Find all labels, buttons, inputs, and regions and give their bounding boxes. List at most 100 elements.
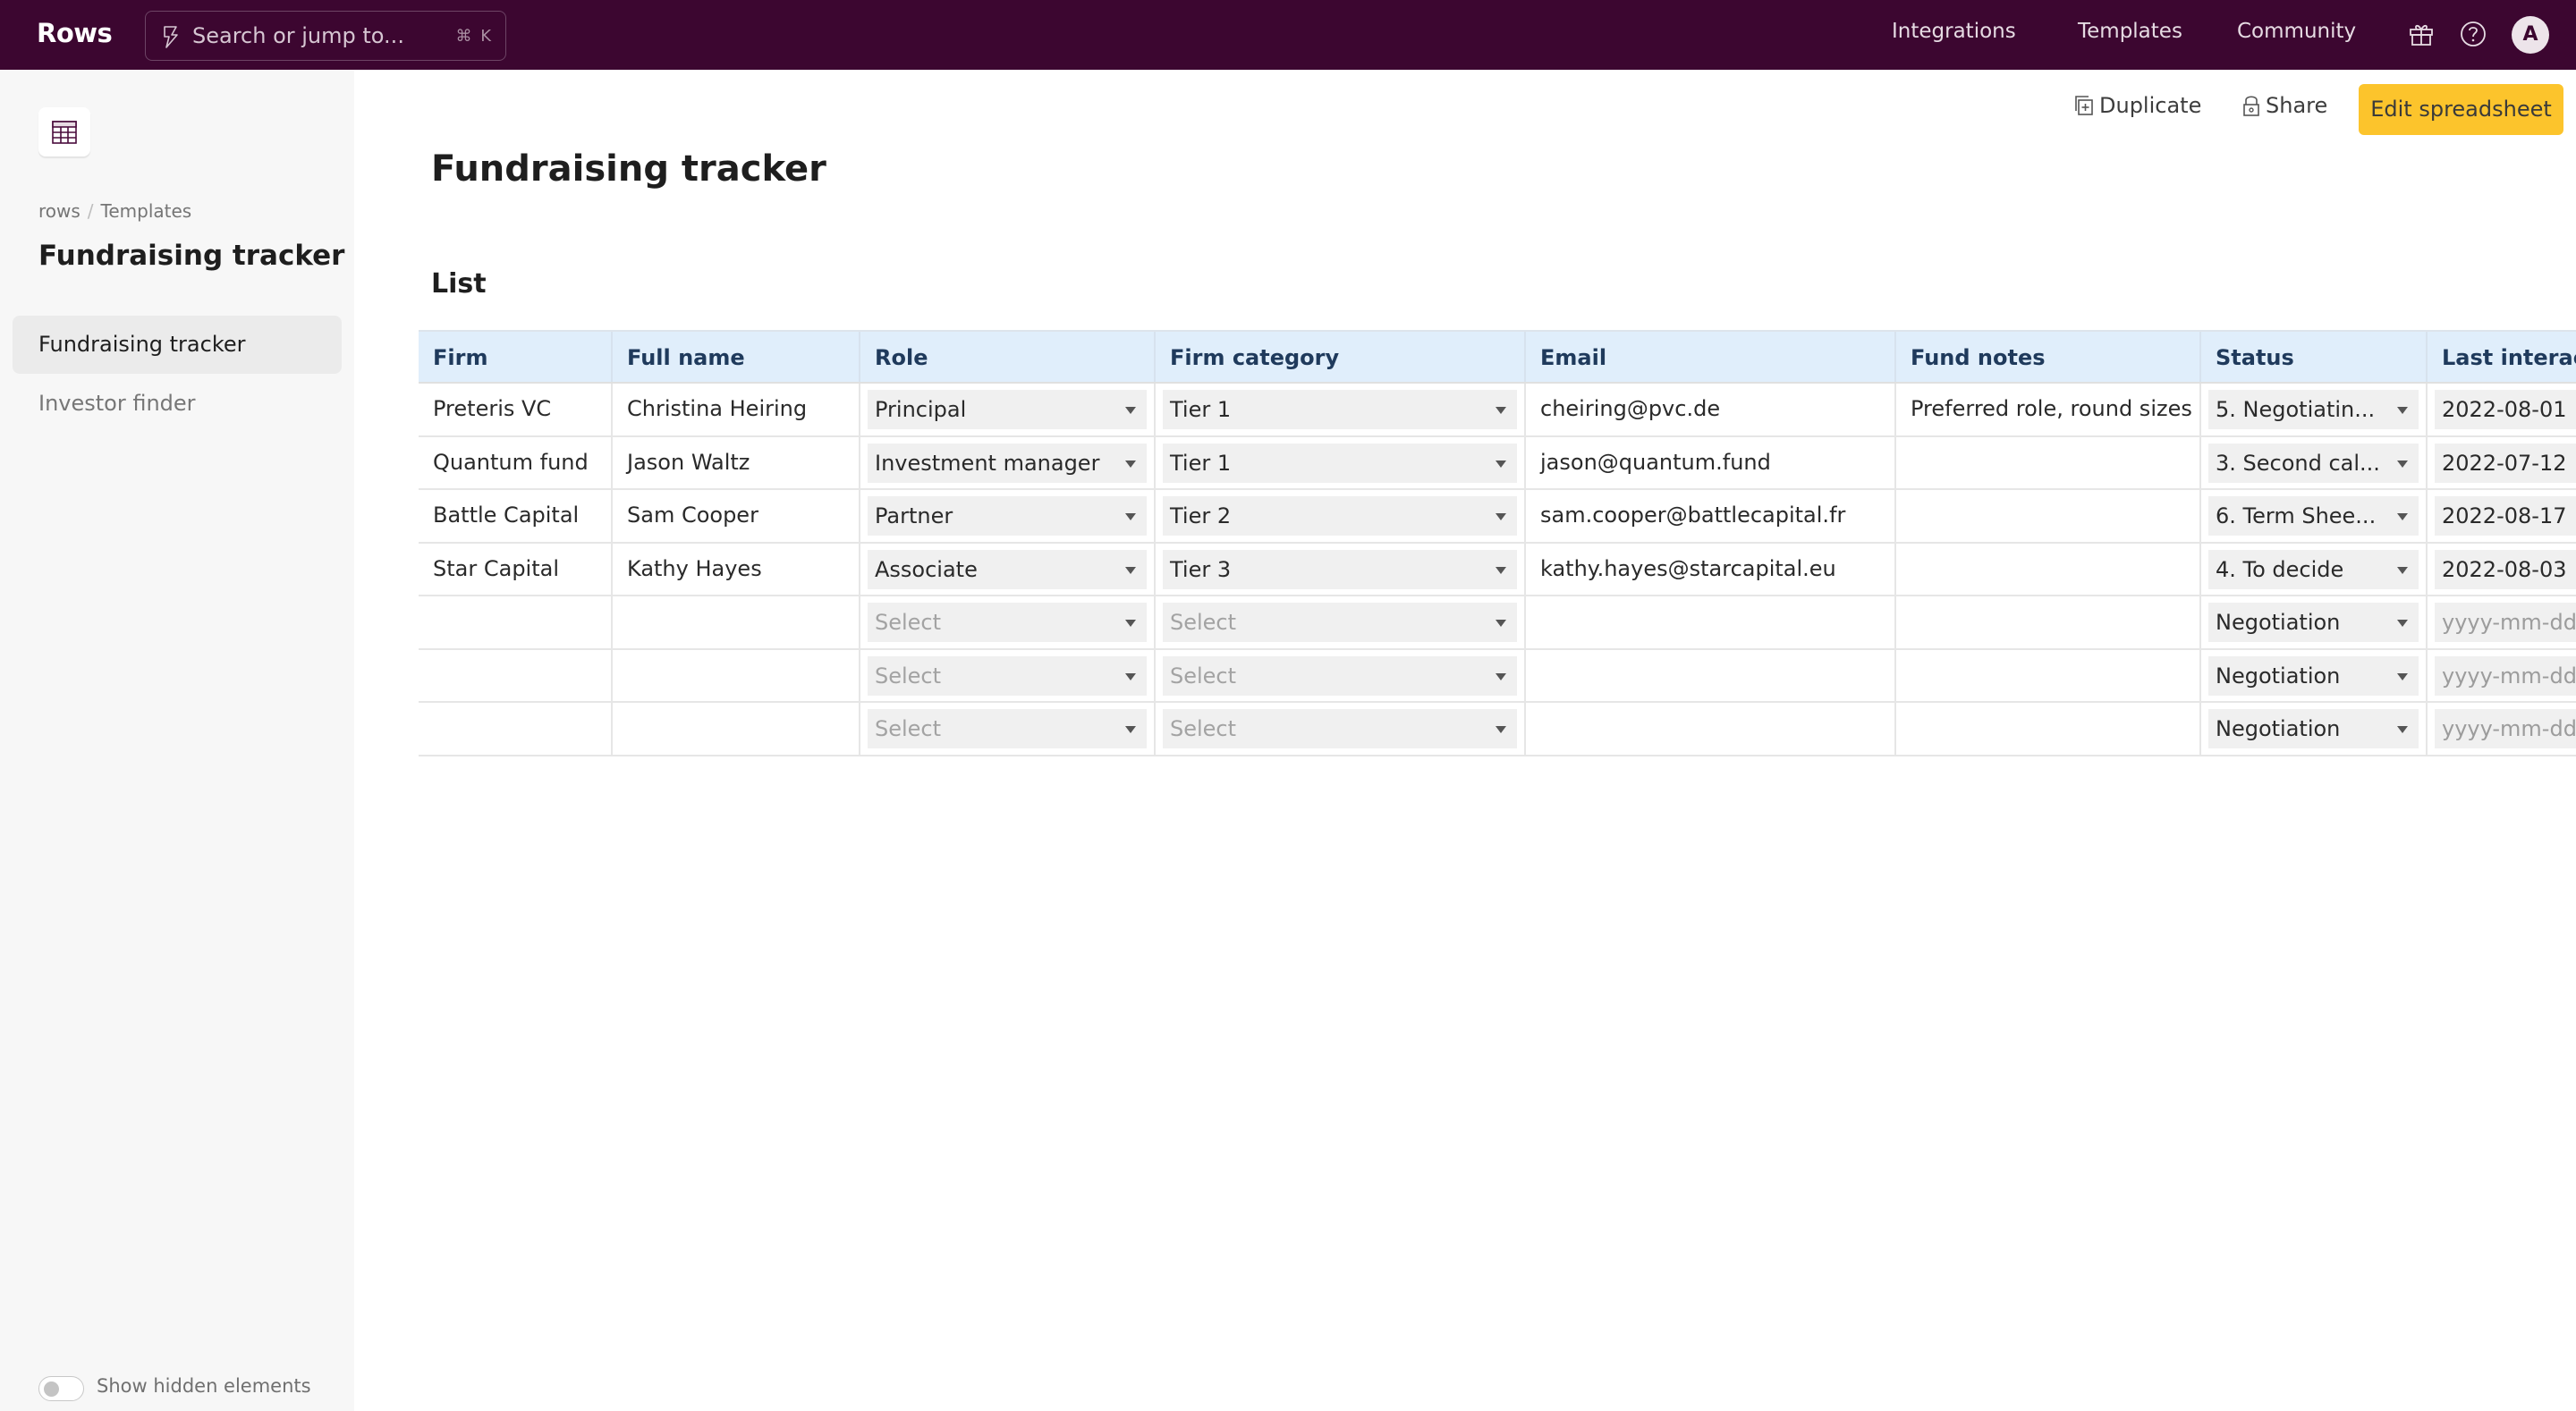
- role-select[interactable]: Associate: [868, 549, 1147, 589]
- firm-category-select[interactable]: Select: [1163, 655, 1517, 696]
- last-interaction-date-input[interactable]: yyyy-mm-dd: [2435, 655, 2576, 696]
- email-cell[interactable]: jason@quantum.fund: [1526, 436, 1896, 488]
- table-icon: [52, 121, 77, 144]
- dropdown-caret-icon: [2397, 672, 2408, 680]
- fund-notes-cell[interactable]: [1896, 543, 2201, 595]
- role-cell: Investment manager: [860, 436, 1156, 488]
- role-select[interactable]: Select: [868, 709, 1147, 748]
- status-select[interactable]: 5. Negotiatin...: [2208, 390, 2419, 429]
- column-header-firm-category[interactable]: Firm category: [1156, 332, 1526, 382]
- firm-cell[interactable]: Preteris VC: [419, 384, 613, 435]
- firm-category-cell: Select: [1156, 596, 1526, 648]
- full-name-cell[interactable]: Sam Cooper: [613, 490, 860, 542]
- full-name-cell[interactable]: [613, 649, 860, 701]
- fund-notes-cell[interactable]: Preferred role, round sizes: [1896, 384, 2201, 435]
- table-row: Quantum fund Jason Waltz Investment manag…: [419, 436, 2576, 490]
- breadcrumb-rows[interactable]: rows: [38, 200, 80, 222]
- firm-category-select[interactable]: Select: [1163, 709, 1517, 748]
- last-interaction-date-input[interactable]: 2022-08-03: [2435, 549, 2576, 589]
- full-name-cell[interactable]: Kathy Hayes: [613, 543, 860, 595]
- sidebar-item-investor-finder[interactable]: Investor finder: [13, 375, 342, 433]
- role-select[interactable]: Investment manager: [868, 443, 1147, 483]
- role-value: Associate: [875, 556, 978, 582]
- status-select[interactable]: Negotiation: [2208, 603, 2419, 642]
- email-cell[interactable]: sam.cooper@battlecapital.fr: [1526, 490, 1896, 542]
- firm-category-select[interactable]: Tier 1: [1163, 390, 1517, 429]
- nav-community[interactable]: Community: [2237, 20, 2356, 43]
- rows-logo[interactable]: Rows: [37, 18, 113, 48]
- last-interaction-cell: yyyy-mm-dd: [2428, 703, 2576, 755]
- column-header-status[interactable]: Status: [2201, 332, 2428, 382]
- full-name-cell[interactable]: Jason Waltz: [613, 436, 860, 488]
- role-select[interactable]: Select: [868, 603, 1147, 642]
- nav-integrations[interactable]: Integrations: [1892, 20, 2016, 43]
- status-select[interactable]: 3. Second cal...: [2208, 443, 2419, 483]
- full-name-cell[interactable]: [613, 703, 860, 755]
- status-value: 6. Term Shee...: [2216, 503, 2377, 528]
- last-interaction-date-input[interactable]: 2022-08-17: [2435, 496, 2576, 536]
- help-icon[interactable]: [2459, 20, 2487, 48]
- column-header-role[interactable]: Role: [860, 332, 1156, 382]
- status-cell: 3. Second cal...: [2201, 436, 2428, 488]
- column-header-email[interactable]: Email: [1526, 332, 1896, 382]
- breadcrumb-templates[interactable]: Templates: [101, 200, 192, 222]
- fund-notes-cell[interactable]: [1896, 649, 2201, 701]
- email-cell[interactable]: kathy.hayes@starcapital.eu: [1526, 543, 1896, 595]
- column-header-full-name[interactable]: Full name: [613, 332, 860, 382]
- user-avatar[interactable]: A: [2512, 16, 2549, 54]
- role-select[interactable]: Partner: [868, 496, 1147, 536]
- last-interaction-date-input[interactable]: yyyy-mm-dd: [2435, 709, 2576, 748]
- firm-category-value: Tier 1: [1170, 397, 1232, 422]
- firm-cell[interactable]: Battle Capital: [419, 490, 613, 542]
- status-cell: Negotiation: [2201, 703, 2428, 755]
- sidebar-item-fundraising-tracker[interactable]: Fundraising tracker: [13, 316, 342, 374]
- firm-cell[interactable]: [419, 596, 613, 648]
- firm-category-select[interactable]: Tier 1: [1163, 443, 1517, 483]
- role-select[interactable]: Principal: [868, 390, 1147, 429]
- email-cell[interactable]: [1526, 649, 1896, 701]
- dropdown-caret-icon: [2397, 566, 2408, 574]
- email-cell[interactable]: [1526, 596, 1896, 648]
- firm-category-select[interactable]: Tier 3: [1163, 549, 1517, 589]
- edit-spreadsheet-button[interactable]: Edit spreadsheet: [2359, 84, 2563, 135]
- column-header-fund-notes[interactable]: Fund notes: [1896, 332, 2201, 382]
- firm-category-value: Select: [1170, 610, 1237, 635]
- firm-cell[interactable]: Quantum fund: [419, 436, 613, 488]
- firm-cell[interactable]: [419, 703, 613, 755]
- last-interaction-date-input[interactable]: yyyy-mm-dd: [2435, 603, 2576, 642]
- sidebar-title: Fundraising tracker: [38, 240, 345, 272]
- search-input[interactable]: Search or jump to... ⌘ K: [145, 11, 506, 61]
- table-row: Select Select Negotiation yyyy-mm-dd: [419, 596, 2576, 650]
- last-interaction-date-input[interactable]: 2022-08-01: [2435, 390, 2576, 429]
- column-header-firm[interactable]: Firm: [419, 332, 613, 382]
- duplicate-button[interactable]: Duplicate: [2074, 93, 2201, 118]
- dropdown-caret-icon: [2397, 407, 2408, 414]
- firm-category-select[interactable]: Select: [1163, 603, 1517, 642]
- email-cell[interactable]: cheiring@pvc.de: [1526, 384, 1896, 435]
- status-select[interactable]: Negotiation: [2208, 709, 2419, 748]
- role-cell: Principal: [860, 384, 1156, 435]
- full-name-cell[interactable]: [613, 596, 860, 648]
- column-header-last-interaction[interactable]: Last interact: [2428, 332, 2576, 382]
- fund-notes-cell[interactable]: [1896, 703, 2201, 755]
- gift-icon[interactable]: [2407, 20, 2436, 48]
- status-select[interactable]: Negotiation: [2208, 655, 2419, 696]
- firm-category-select[interactable]: Tier 2: [1163, 496, 1517, 536]
- show-hidden-toggle[interactable]: [38, 1376, 84, 1401]
- fund-notes-cell[interactable]: [1896, 436, 2201, 488]
- fund-notes-cell[interactable]: [1896, 490, 2201, 542]
- search-placeholder: Search or jump to...: [192, 23, 404, 48]
- spreadsheet-app-icon-box[interactable]: [38, 107, 90, 156]
- last-interaction-date-input[interactable]: 2022-07-12: [2435, 443, 2576, 483]
- full-name-cell[interactable]: Christina Heiring: [613, 384, 860, 435]
- email-cell[interactable]: [1526, 703, 1896, 755]
- nav-templates[interactable]: Templates: [2078, 20, 2182, 43]
- role-select[interactable]: Select: [868, 655, 1147, 696]
- firm-cell[interactable]: [419, 649, 613, 701]
- status-select[interactable]: 4. To decide: [2208, 549, 2419, 589]
- firm-cell[interactable]: Star Capital: [419, 543, 613, 595]
- fund-notes-cell[interactable]: [1896, 596, 2201, 648]
- share-button[interactable]: Share: [2242, 93, 2327, 118]
- dropdown-caret-icon: [1496, 566, 1506, 574]
- status-select[interactable]: 6. Term Shee...: [2208, 496, 2419, 536]
